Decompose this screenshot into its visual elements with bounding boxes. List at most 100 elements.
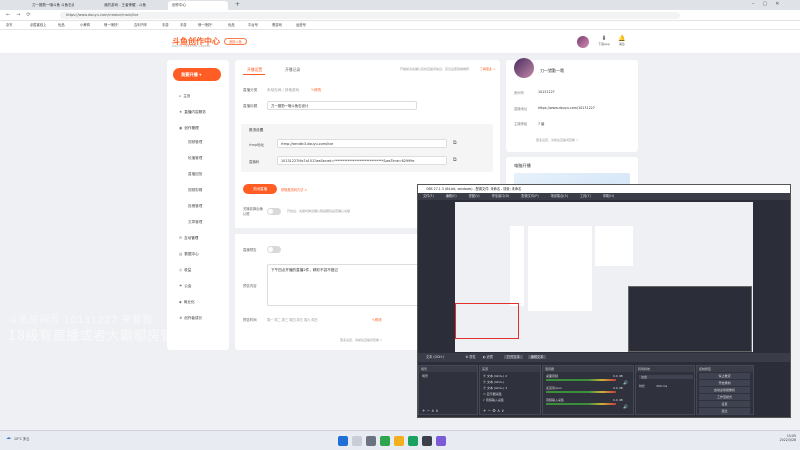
source-item[interactable]: Ⓣ 文本 (GDI+) [483,380,504,384]
stream-key-field[interactable]: 10131227i9o7a151?wsSecret=**************… [277,156,447,165]
new-tab-icon[interactable]: + [235,1,240,8]
source-controls-icon[interactable]: + − ⚙ ∧ ∨ [483,408,504,413]
bookmark-item[interactable]: 手游 [162,22,169,29]
stop-live-button[interactable]: 关闭直播 [243,184,277,194]
duration-value[interactable]: 300 ms [656,384,667,388]
source-item[interactable]: Ⓣ 文本 (GDI+) 3 [483,386,507,390]
transition-select[interactable]: 淡出 [639,375,693,379]
start-menu-icon[interactable] [338,436,348,446]
bookmark-item[interactable]: 必胜客线上 [30,22,46,29]
browser-tab-1[interactable]: 刀一猎勤一哦斗鱼 斗鱼石设计 [28,1,74,10]
tab-live-records[interactable]: 开播记录 [285,67,300,73]
selected-source-name: 文本 (GDI+) [426,355,445,359]
scene-controls-icon[interactable]: + − ∧ ∨ [422,408,438,413]
confirm-close-toggle[interactable] [267,208,281,215]
bookmark-item[interactable]: 京东 [6,22,13,29]
source-item[interactable]: ▭ 显示器采集 [483,392,502,396]
virtual-camera-button[interactable]: 启动虚拟摄像机 [699,387,750,393]
bookmark-item[interactable]: 运营号 [296,22,306,29]
copy-key-icon[interactable]: ⧉ [453,157,457,163]
get-push-code-link[interactable]: 获取推流码方法 > [281,187,307,192]
sidebar-item-growth[interactable]: ♛ 创作者成长 [179,316,202,321]
obs-menu-item[interactable]: 视图(V) [469,194,480,198]
open-text-button[interactable]: 打开文本 [503,355,523,359]
app-icon[interactable] [436,436,446,446]
wechat-icon[interactable] [380,436,390,446]
tip-link[interactable]: 了解更多 > [480,67,495,71]
messages-button[interactable]: 🔔 消息 [618,35,625,46]
url-field[interactable]: https://www.douyu.com/creator/main/live [60,12,680,19]
obs-menu-item[interactable]: 帮助(H) [603,194,614,198]
bookmark-item[interactable]: 小黄鸭 [80,22,90,29]
obs-menu-item[interactable]: 停靠窗口(D) [492,194,510,198]
scene-item[interactable]: 场景 [422,374,428,378]
more-settings-link[interactable]: 更多设置，请前往直播间查看 > [340,338,382,342]
window-controls[interactable]: –▢✕ [752,1,787,7]
source-item[interactable]: Ⓣ 文本 (GDI+) 2 [483,374,507,378]
notice-time-edit[interactable]: ✎修改 [372,317,382,322]
copy-rtmp-icon[interactable]: ⧉ [453,140,457,146]
volume-speaker-icon[interactable]: 🔊 [623,380,628,385]
sidebar-item-earnings[interactable]: ◎ 收益 [179,268,191,273]
task-view-icon[interactable] [366,436,376,446]
browser-tab-2[interactable]: 我的游戏 - 王者荣耀 - 斗鱼 [100,1,158,10]
sidebar-item-clip[interactable]: 视频剪辑 [188,188,202,193]
room-more-link[interactable]: 更多设置，请前往直播间查看 > [536,138,578,142]
start-recording-button[interactable]: 开始录制 [699,380,750,386]
edit-text-button[interactable]: 编辑文本 [527,355,547,359]
volume-speaker-icon[interactable]: 🔊 [623,404,628,409]
sidebar-item-creation[interactable]: ▣ 创作管理 [179,126,199,131]
bookmark-item[interactable]: 喷一喷好！ [104,22,120,29]
obs-menu-item[interactable]: 工具(T) [580,194,591,198]
bookmark-item[interactable]: 喷一喷好！ [198,22,214,29]
rtmp-url-field[interactable]: rtmp://sendtc3.douyu.com/live [277,139,447,148]
live-title-input[interactable]: 刀一猎勤一哦斗鱼石设计 [267,101,417,110]
obs-menu-item[interactable]: 配置文件(P) [521,194,538,198]
obs-taskbar-icon[interactable] [422,436,432,446]
room-url-value[interactable]: https://www.douyu.com/10131227 [538,106,595,110]
preview-selection-box[interactable] [455,303,519,339]
search-icon[interactable] [352,436,362,446]
user-avatar[interactable] [577,36,589,48]
sidebar-item-home[interactable]: ⌂ 主页 [179,94,190,99]
start-live-button[interactable]: 我要开播 ▾ [173,68,221,81]
obs-menu-item[interactable]: 编辑(E) [446,194,457,198]
bookmark-item[interactable]: 优品 [58,22,65,29]
obs-preview-canvas[interactable] [455,202,753,352]
studio-mode-button[interactable]: 工作室模式 [699,394,750,400]
chrome-icon[interactable] [408,436,418,446]
properties-button[interactable]: ⚙ 属性 [465,355,475,359]
download-app-button[interactable]: ⬇ 下载App [598,35,610,46]
category-edit-link[interactable]: ✎修改 [311,88,321,93]
tab-live-settings[interactable]: 开播设置 [247,67,262,73]
bookmark-item[interactable]: 平台号 [248,22,258,29]
sidebar-item-video[interactable]: 视频管理 [188,140,202,145]
obs-settings-button[interactable]: 设置 [699,401,750,407]
sidebar-item-data[interactable]: ▤ 数据中心 [179,252,199,257]
source-item[interactable]: ♪ 音频输入采集 [483,398,504,402]
sidebar-item-submission[interactable]: 投稿管理 [188,204,202,209]
browser-tab-3[interactable]: 创作中心 [168,1,228,10]
obs-menu-item[interactable]: 场景集合(S) [551,194,568,198]
sidebar-item-guild[interactable]: ⚑ 公会 [179,284,191,289]
exit-button[interactable]: 退出 [699,408,750,414]
weather-icon[interactable]: ☁ [6,435,11,441]
bookmark-item[interactable]: 手游 [180,22,187,29]
sidebar-item-interaction[interactable]: ✉ 互动管理 [179,236,198,241]
bookmark-item[interactable]: 吉利汽车 [134,22,147,29]
sidebar-item-articles[interactable]: 文章管理 [188,220,202,225]
back-to-douyu-button[interactable]: 返回斗鱼 [224,38,247,45]
filters-button[interactable]: ◐ 滤镜 [483,355,493,359]
nav-buttons-icon[interactable]: ←→⟳ [6,12,37,18]
sidebar-item-business[interactable]: ◆ 商业化 [179,300,195,305]
sidebar-item-replay[interactable]: 直播回放 [188,172,202,177]
sidebar-item-live-service[interactable]: ★ 直播内容服务 [179,110,206,115]
preview-toggle[interactable] [267,246,281,253]
stop-streaming-button[interactable]: 停止推流 [699,373,750,379]
clock[interactable]: 15:05 2022/3/28 [770,434,796,442]
bookmark-item[interactable]: 优品 [228,22,235,29]
bookmark-item[interactable]: 黑游戏 [272,22,282,29]
sidebar-item-carousel[interactable]: 轮播管理 [188,156,202,161]
obs-menu-item[interactable]: 文件(F) [423,194,434,198]
file-explorer-icon[interactable] [394,436,404,446]
